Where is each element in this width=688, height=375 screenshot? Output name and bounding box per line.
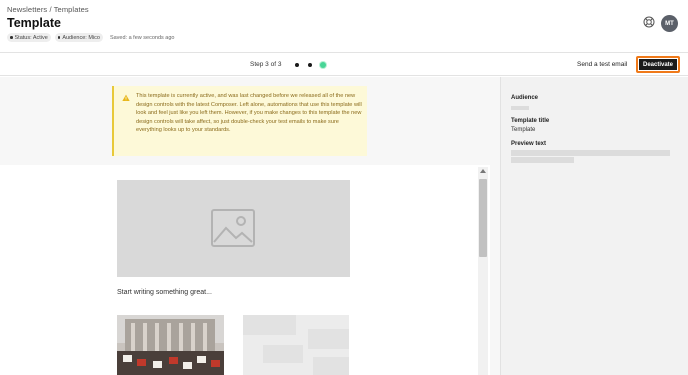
scroll-thumb[interactable] (479, 179, 487, 257)
scroll-up-arrow-icon[interactable] (480, 169, 486, 173)
warning-text: This template is currently active, and w… (136, 93, 362, 134)
page-title: Template (7, 16, 61, 30)
image-icon (211, 209, 255, 247)
avatar[interactable]: MT (661, 15, 678, 32)
editor-canvas: This template is currently active, and w… (0, 77, 500, 375)
preview-text-skeleton-2 (511, 157, 574, 163)
status-badge-label: Status: Active (14, 34, 48, 41)
template-title-label: Template title (511, 118, 550, 124)
legacy-template-warning: This template is currently active, and w… (112, 86, 367, 156)
settings-panel: Audience Template title Template Preview… (500, 77, 688, 375)
step-dot-1[interactable] (295, 63, 299, 67)
preview-text-skeleton-1 (511, 150, 670, 156)
status-badges: Status: Active Audience: Mico Saved: a f… (7, 33, 174, 42)
step-indicator-label: Step 3 of 3 (250, 61, 282, 68)
breadcrumb[interactable]: Newsletters / Templates (7, 5, 89, 14)
deactivate-button[interactable]: Deactivate (639, 59, 677, 70)
send-test-email-link[interactable]: Send a test email (577, 61, 627, 68)
text-block-placeholder[interactable]: Start writing something great... (117, 289, 212, 296)
deactivate-button-highlight: Deactivate (636, 56, 680, 73)
status-badge: Status: Active (7, 33, 51, 42)
step-dot-2[interactable] (308, 63, 312, 67)
audience-label: Audience (511, 95, 539, 101)
lifebuoy-icon[interactable] (643, 16, 655, 28)
canvas-scrollbar[interactable] (478, 167, 488, 375)
email-preview: Start writing something great... (0, 165, 490, 375)
image-block-loading[interactable] (243, 315, 349, 375)
step-dot-3-current[interactable] (320, 62, 326, 68)
audience-badge-label: Audience: Mico (62, 34, 100, 41)
step-bar: Step 3 of 3 Send a test email Deactivate (0, 52, 688, 76)
audience-dot-icon (57, 36, 61, 39)
template-title-value[interactable]: Template (511, 127, 535, 133)
page-header: Newsletters / Templates Template Status:… (0, 0, 688, 52)
warning-triangle-icon (122, 94, 130, 101)
preview-text-label: Preview text (511, 141, 547, 147)
status-dot-icon (10, 36, 13, 39)
audience-badge: Audience: Mico (54, 33, 103, 42)
image-block[interactable] (117, 180, 350, 277)
audience-value-skeleton (511, 106, 529, 110)
saved-status: Saved: a few seconds ago (109, 34, 175, 41)
protest-photo[interactable] (117, 315, 224, 375)
